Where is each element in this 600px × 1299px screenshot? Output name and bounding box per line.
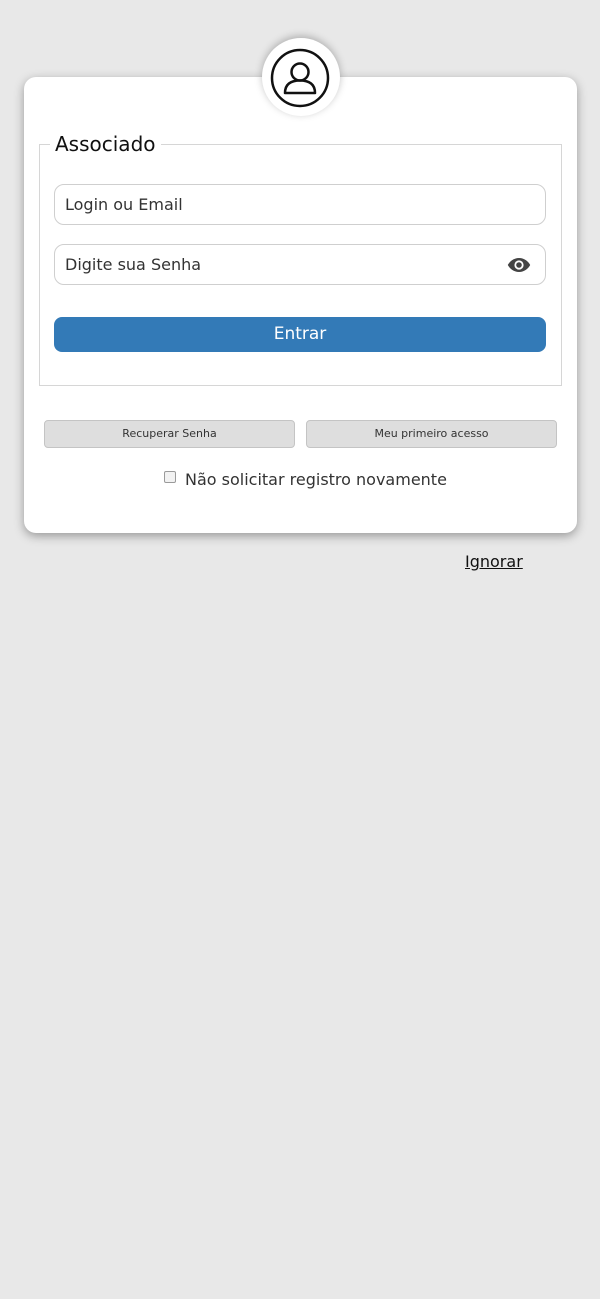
login-button[interactable]: Entrar — [54, 317, 546, 352]
password-input[interactable]: Digite sua Senha — [54, 244, 546, 285]
first-access-button[interactable]: Meu primeiro acesso — [306, 420, 557, 448]
password-placeholder: Digite sua Senha — [65, 255, 202, 274]
login-input[interactable]: Login ou Email — [54, 184, 546, 225]
remember-option: Não solicitar registro novamente — [164, 469, 447, 489]
skip-link[interactable]: Ignorar — [465, 552, 523, 571]
login-card: Associado Login ou Email Digite sua Senh… — [24, 77, 577, 533]
fieldset-legend: Associado — [55, 132, 156, 156]
avatar-badge — [262, 38, 340, 116]
login-placeholder: Login ou Email — [65, 195, 183, 214]
remember-label[interactable]: Não solicitar registro novamente — [185, 470, 447, 489]
remember-checkbox[interactable] — [164, 471, 176, 483]
user-circle-icon — [270, 48, 330, 108]
eye-icon[interactable] — [507, 257, 531, 273]
recover-password-button[interactable]: Recuperar Senha — [44, 420, 295, 448]
